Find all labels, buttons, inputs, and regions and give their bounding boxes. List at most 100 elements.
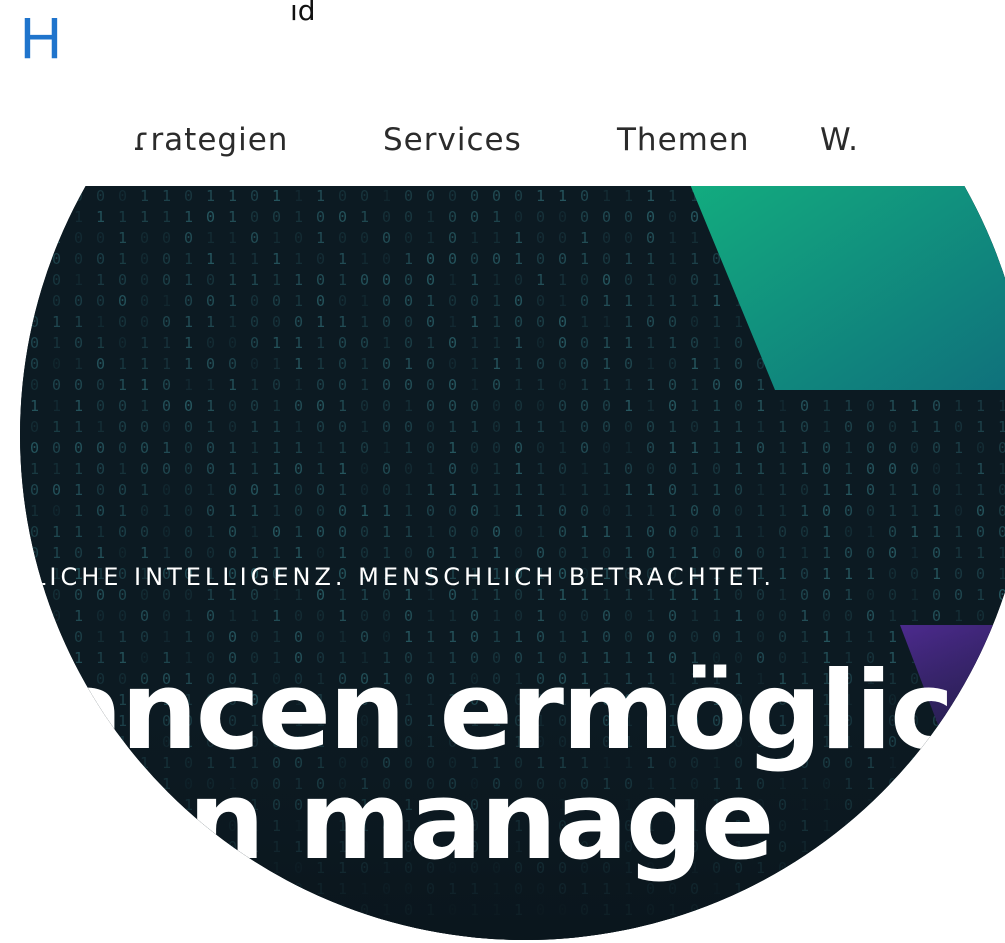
svg-text:0: 0 — [822, 439, 831, 457]
svg-text:0: 0 — [316, 481, 325, 499]
svg-text:1: 1 — [96, 313, 105, 331]
svg-text:1: 1 — [910, 523, 919, 541]
svg-text:0: 0 — [184, 418, 193, 436]
svg-text:1: 1 — [294, 523, 303, 541]
nav-item-strategien-label[interactable]: ɾrategien — [133, 122, 288, 158]
svg-text:0: 0 — [206, 355, 215, 373]
svg-text:1: 1 — [602, 355, 611, 373]
svg-text:0: 0 — [426, 439, 435, 457]
svg-text:1: 1 — [536, 523, 545, 541]
nav-item-themen-label[interactable]: Themen — [617, 122, 750, 158]
svg-text:0: 0 — [360, 481, 369, 499]
svg-text:1: 1 — [250, 607, 259, 625]
svg-text:1: 1 — [998, 607, 1005, 625]
svg-text:0: 0 — [580, 187, 589, 205]
svg-text:1: 1 — [602, 481, 611, 499]
svg-text:0: 0 — [580, 502, 589, 520]
svg-text:1: 1 — [404, 481, 413, 499]
svg-text:0: 0 — [646, 439, 655, 457]
svg-text:0: 0 — [426, 313, 435, 331]
svg-text:1: 1 — [206, 481, 215, 499]
logo-letter-overlay[interactable]: H — [20, 8, 62, 70]
svg-text:0: 0 — [888, 544, 897, 562]
svg-text:1: 1 — [338, 607, 347, 625]
svg-text:0: 0 — [162, 523, 171, 541]
svg-text:1: 1 — [668, 187, 677, 205]
svg-text:1: 1 — [294, 250, 303, 268]
svg-text:0: 0 — [426, 187, 435, 205]
svg-text:1: 1 — [558, 418, 567, 436]
svg-text:0: 0 — [228, 166, 237, 184]
svg-text:0: 0 — [316, 607, 325, 625]
svg-text:1: 1 — [844, 397, 853, 415]
svg-text:1: 1 — [272, 397, 281, 415]
svg-text:0: 0 — [536, 334, 545, 352]
svg-text:1: 1 — [250, 523, 259, 541]
svg-text:1: 1 — [492, 292, 501, 310]
svg-text:1: 1 — [690, 607, 699, 625]
hero-headline-line-1: ancen ermöglic — [50, 649, 954, 774]
svg-text:1: 1 — [778, 460, 787, 478]
svg-text:1: 1 — [30, 607, 39, 625]
svg-text:1: 1 — [668, 334, 677, 352]
svg-text:1: 1 — [426, 208, 435, 226]
svg-text:0: 0 — [382, 271, 391, 289]
svg-text:1: 1 — [404, 523, 413, 541]
svg-text:1: 1 — [954, 481, 963, 499]
svg-text:0: 0 — [404, 208, 413, 226]
svg-text:1: 1 — [250, 271, 259, 289]
svg-text:0: 0 — [360, 187, 369, 205]
svg-text:0: 0 — [580, 397, 589, 415]
svg-text:0: 0 — [844, 502, 853, 520]
svg-text:1: 1 — [294, 418, 303, 436]
svg-text:0: 0 — [96, 166, 105, 184]
svg-text:0: 0 — [602, 208, 611, 226]
nav-item-w-label[interactable]: W. — [820, 122, 859, 158]
svg-text:1: 1 — [184, 313, 193, 331]
svg-text:0: 0 — [96, 292, 105, 310]
svg-text:1: 1 — [866, 565, 875, 583]
svg-text:0: 0 — [184, 439, 193, 457]
svg-text:0: 0 — [910, 460, 919, 478]
svg-text:0: 0 — [360, 271, 369, 289]
svg-text:1: 1 — [646, 355, 655, 373]
svg-text:0: 0 — [470, 292, 479, 310]
svg-text:0: 0 — [558, 544, 567, 562]
nav-item-services-label[interactable]: Services — [383, 122, 522, 158]
svg-text:1: 1 — [646, 250, 655, 268]
svg-text:1: 1 — [184, 250, 193, 268]
svg-text:1: 1 — [228, 439, 237, 457]
svg-text:1: 1 — [668, 502, 677, 520]
svg-text:1: 1 — [96, 523, 105, 541]
svg-text:0: 0 — [206, 292, 215, 310]
svg-text:1: 1 — [228, 460, 237, 478]
svg-text:0: 0 — [206, 502, 215, 520]
svg-text:0: 0 — [580, 208, 589, 226]
svg-text:0: 0 — [118, 397, 127, 415]
svg-text:0: 0 — [888, 565, 897, 583]
svg-text:0: 0 — [668, 166, 677, 184]
svg-text:0: 0 — [602, 397, 611, 415]
svg-text:0: 0 — [602, 439, 611, 457]
svg-text:1: 1 — [822, 481, 831, 499]
svg-text:0: 0 — [580, 355, 589, 373]
svg-text:0: 0 — [734, 334, 743, 352]
svg-text:0: 0 — [30, 418, 39, 436]
svg-text:0: 0 — [118, 481, 127, 499]
svg-text:1: 1 — [382, 334, 391, 352]
svg-text:1: 1 — [448, 313, 457, 331]
svg-text:0: 0 — [536, 355, 545, 373]
svg-text:0: 0 — [756, 544, 765, 562]
svg-text:0: 0 — [536, 250, 545, 268]
svg-text:1: 1 — [360, 376, 369, 394]
svg-text:1: 1 — [712, 523, 721, 541]
svg-text:0: 0 — [316, 166, 325, 184]
svg-text:0: 0 — [382, 313, 391, 331]
svg-text:1: 1 — [316, 439, 325, 457]
svg-text:1: 1 — [624, 523, 633, 541]
svg-text:1: 1 — [558, 292, 567, 310]
svg-text:0: 0 — [976, 439, 985, 457]
svg-text:1: 1 — [536, 271, 545, 289]
svg-text:0: 0 — [470, 460, 479, 478]
svg-text:0: 0 — [294, 460, 303, 478]
